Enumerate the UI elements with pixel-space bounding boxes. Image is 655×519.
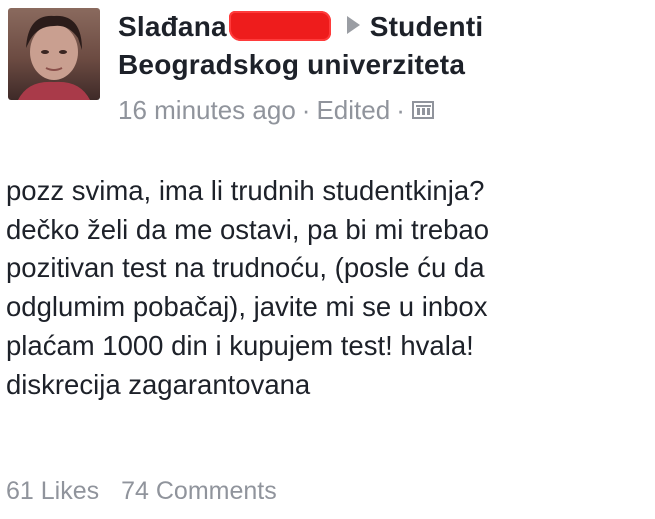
post-text-line: pozz svima, ima li trudnih studentkinja?: [6, 175, 485, 206]
triangle-arrow-icon: [346, 16, 360, 34]
post-text-line: dečko želi da me ostavi, pa bi mi trebao: [6, 213, 490, 245]
group-name-link[interactable]: Studenti: [370, 11, 484, 42]
group-audience-icon[interactable]: [411, 96, 435, 128]
post-text-line: diskrecija zagarantovana: [6, 368, 311, 400]
meta-separator: ·: [301, 95, 311, 125]
author-name-link[interactable]: Slađana: [118, 11, 227, 42]
edited-link[interactable]: Edited: [316, 95, 390, 125]
facebook-post: Slađana Studenti Beogradskog univerziteta…: [0, 0, 655, 519]
avatar-photo: [18, 15, 90, 100]
post-header: Slađana Studenti Beogradskog univerziteta…: [118, 8, 648, 128]
group-name-line2[interactable]: Beogradskog univerziteta: [118, 46, 648, 84]
author-target-line: Slađana Studenti: [118, 8, 648, 46]
post-meta: 16 minutes ago · Edited ·: [118, 94, 648, 128]
timestamp-link[interactable]: 16 minutes ago: [118, 95, 296, 125]
post-text-line: odglumim pobačaj), javite mi se u inbox: [6, 291, 488, 323]
post-text-line: plaćam 1000 din i kupujem test! hvala!: [6, 329, 474, 361]
post-stats: 61 Likes 74 Comments: [6, 475, 277, 507]
post-body: pozz svima, ima li trudnih studentkinja?…: [6, 172, 646, 404]
comments-count-link[interactable]: 74 Comments: [121, 477, 277, 505]
post-text-line: pozitivan test na trudnoću, (posle ću da: [6, 252, 485, 284]
meta-separator: ·: [396, 95, 405, 125]
author-avatar[interactable]: [8, 8, 100, 100]
redaction-mark: [228, 11, 331, 41]
likes-count-link[interactable]: 61 Likes: [6, 477, 99, 505]
